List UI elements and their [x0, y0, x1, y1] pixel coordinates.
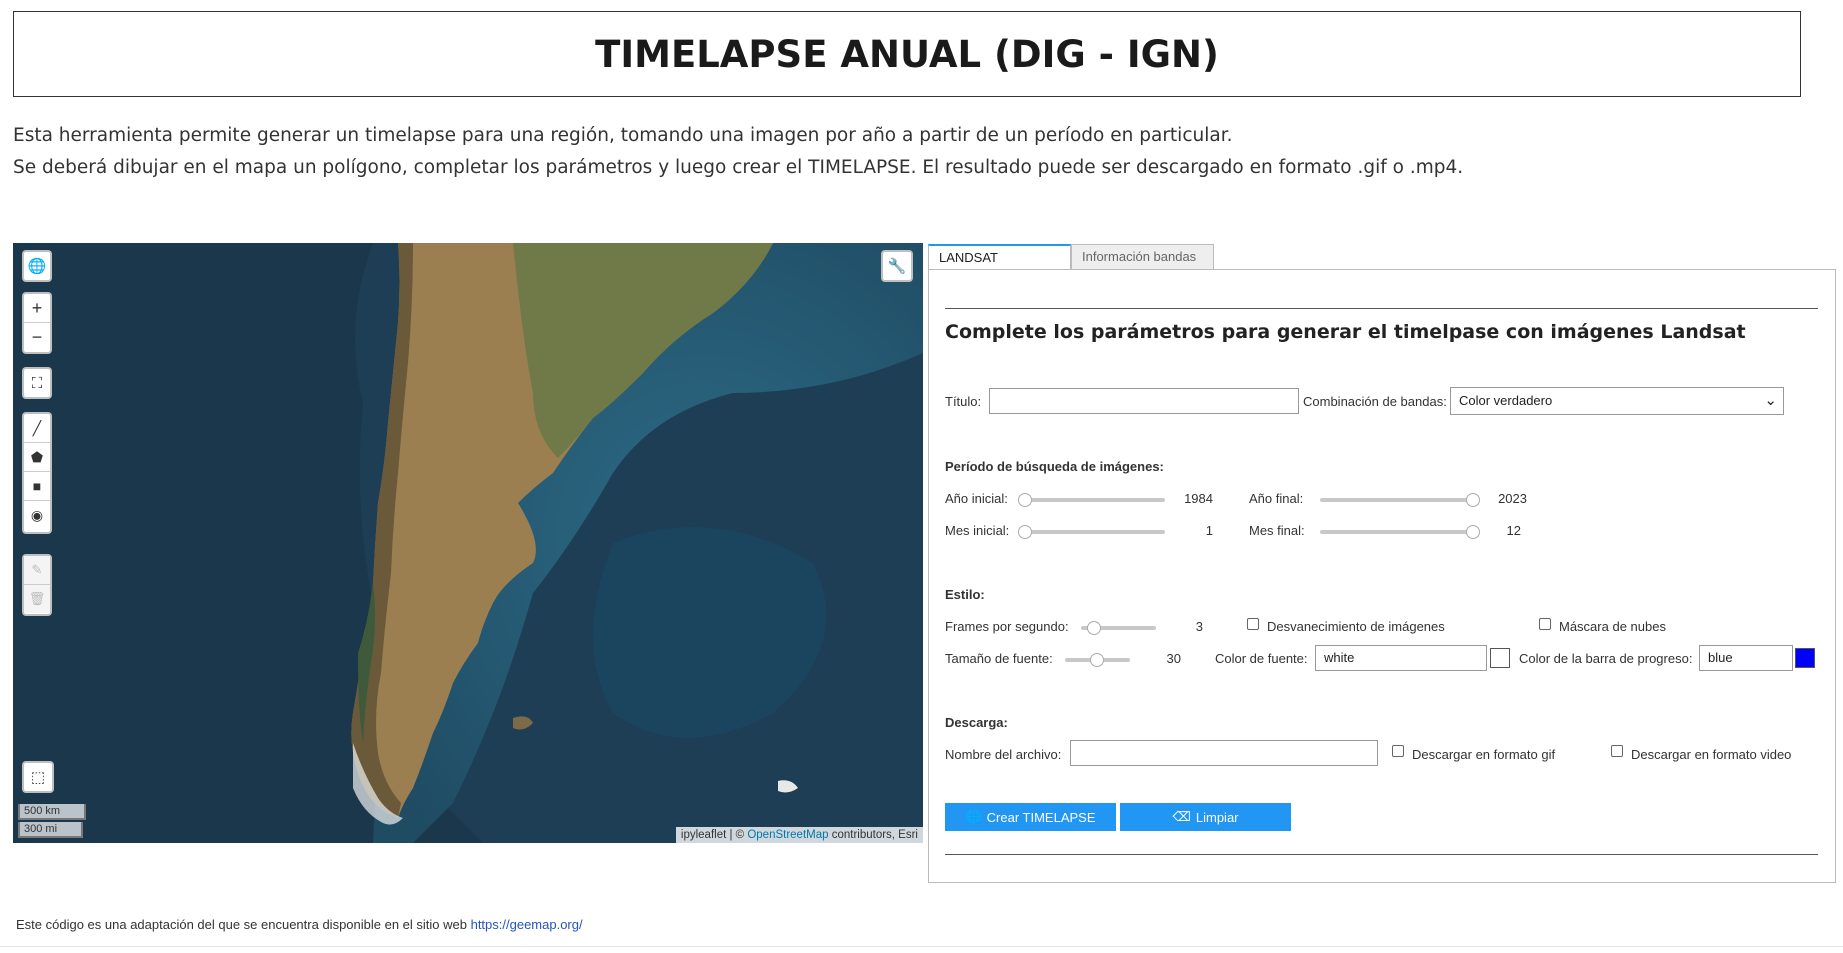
progress-color-input[interactable]: blue	[1699, 645, 1793, 671]
clear-button[interactable]: ⌫ Limpiar	[1120, 803, 1291, 831]
end-month-thumb[interactable]	[1466, 525, 1480, 539]
delete-icon[interactable]: 🗑	[24, 585, 50, 613]
title-input[interactable]	[989, 388, 1299, 414]
geemap-link[interactable]: https://geemap.org/	[471, 917, 583, 932]
fade-label: Desvanecimiento de imágenes	[1267, 619, 1445, 634]
start-year-thumb[interactable]	[1018, 493, 1032, 507]
rectangle-icon[interactable]: ■	[24, 472, 50, 501]
bands-select[interactable]: Color verdadero ⌄	[1450, 387, 1784, 415]
fps-label: Frames por segundo:	[945, 619, 1069, 634]
end-month-slider[interactable]	[1320, 530, 1470, 534]
period-header: Período de búsqueda de imágenes:	[945, 459, 1164, 474]
video-label: Descargar en formato video	[1631, 747, 1792, 762]
font-color-input[interactable]: white	[1315, 645, 1487, 671]
intro-line-2: Se deberá dibujar en el mapa un polígono…	[13, 157, 1464, 178]
font-color-label: Color de fuente:	[1215, 651, 1308, 666]
measure-icon[interactable]: ⬚	[24, 763, 52, 791]
edit-toolbar[interactable]: ✎ 🗑	[22, 554, 52, 616]
divider-bottom	[945, 854, 1818, 855]
font-size-label: Tamaño de fuente:	[945, 651, 1053, 666]
end-year-value: 2023	[1498, 491, 1527, 506]
filename-input[interactable]	[1070, 740, 1378, 766]
polyline-icon[interactable]: ╱	[24, 414, 50, 443]
bottom-border	[0, 946, 1843, 947]
map-attribution: ipyleaflet | © OpenStreetMap contributor…	[675, 827, 923, 843]
fullscreen-button[interactable]: ⛶	[22, 367, 52, 399]
marker-icon[interactable]: ◉	[24, 501, 50, 529]
cloud-mask-label: Máscara de nubes	[1559, 619, 1666, 634]
start-month-label: Mes inicial:	[945, 523, 1010, 538]
scale-mi: 300 mi	[18, 822, 83, 838]
divider-top	[945, 308, 1818, 309]
fps-value: 3	[1195, 619, 1203, 634]
font-color-swatch[interactable]	[1490, 648, 1510, 668]
font-size-thumb[interactable]	[1090, 653, 1104, 667]
layers-control[interactable]: 🌐	[22, 250, 52, 282]
wrench-icon[interactable]: 🔧	[883, 252, 911, 280]
end-year-slider[interactable]	[1320, 498, 1470, 502]
zoom-in-button[interactable]: +	[24, 294, 50, 323]
edit-icon[interactable]: ✎	[24, 556, 50, 585]
tab-bar: LANDSAT Información bandas	[928, 244, 1214, 270]
progress-color-swatch[interactable]	[1795, 648, 1815, 668]
chevron-down-icon: ⌄	[1764, 392, 1777, 409]
page-title: TIMELAPSE ANUAL (DIG - IGN)	[595, 32, 1219, 76]
tab-landsat[interactable]: LANDSAT	[928, 244, 1071, 270]
zoom-out-button[interactable]: −	[24, 323, 50, 351]
create-timelapse-label: Crear TIMELAPSE	[986, 809, 1096, 825]
font-size-value: 30	[1166, 651, 1181, 666]
title-label: Título:	[945, 394, 982, 409]
start-month-slider[interactable]	[1025, 530, 1165, 534]
create-timelapse-button[interactable]: 🌐 Crear TIMELAPSE	[945, 803, 1116, 831]
scale-km: 500 km	[18, 804, 86, 820]
globe-icon[interactable]: 🌐	[24, 252, 50, 280]
progress-color-label: Color de la barra de progreso:	[1519, 651, 1693, 666]
filename-label: Nombre del archivo:	[945, 747, 1062, 762]
polygon-icon[interactable]: ⬟	[24, 443, 50, 472]
intro-text: Esta herramienta permite generar un time…	[13, 120, 1463, 184]
start-month-value: 1	[1205, 523, 1213, 538]
gif-label: Descargar en formato gif	[1412, 747, 1556, 762]
end-month-label: Mes final:	[1249, 523, 1305, 538]
satellite-basemap[interactable]	[13, 243, 923, 843]
end-month-value: 12	[1506, 523, 1521, 538]
style-header: Estilo:	[945, 587, 985, 602]
footer-text: Este código es una adaptación del que se…	[16, 917, 471, 932]
start-year-slider[interactable]	[1025, 498, 1165, 502]
landsat-panel: Complete los parámetros para generar el …	[928, 269, 1836, 883]
start-year-label: Año inicial:	[945, 491, 1008, 506]
start-month-thumb[interactable]	[1018, 525, 1032, 539]
tab-informacion-bandas[interactable]: Información bandas	[1071, 244, 1214, 270]
gif-checkbox[interactable]	[1392, 745, 1404, 757]
title-box: TIMELAPSE ANUAL (DIG - IGN)	[13, 11, 1801, 97]
fps-thumb[interactable]	[1087, 621, 1101, 635]
video-checkbox[interactable]	[1611, 745, 1623, 757]
end-year-label: Año final:	[1249, 491, 1304, 506]
toolbar-toggle[interactable]: 🔧	[881, 250, 913, 282]
attribution-prefix: ipyleaflet | ©	[680, 829, 748, 841]
eraser-icon: ⌫	[1172, 809, 1191, 824]
draw-toolbar[interactable]: ╱ ⬟ ■ ◉	[22, 412, 52, 534]
bands-selected-value: Color verdadero	[1459, 393, 1553, 408]
intro-line-1: Esta herramienta permite generar un time…	[13, 125, 1233, 146]
form-heading: Complete los parámetros para generar el …	[945, 321, 1746, 343]
end-year-thumb[interactable]	[1466, 493, 1480, 507]
map[interactable]: 🌐 + − ⛶ ╱ ⬟ ■ ◉ ✎ 🗑 🔧 ⬚ 500 km 300 mi ip…	[13, 243, 923, 843]
zoom-control[interactable]: + −	[22, 292, 52, 354]
fade-checkbox[interactable]	[1247, 618, 1259, 630]
footer: Este código es una adaptación del que se…	[16, 917, 583, 932]
start-year-value: 1984	[1184, 491, 1213, 506]
clear-label: Limpiar	[1195, 809, 1239, 825]
attribution-suffix: contributors, Esri	[828, 829, 918, 841]
measure-button[interactable]: ⬚	[22, 761, 54, 793]
fullscreen-icon[interactable]: ⛶	[24, 369, 50, 397]
download-header: Descarga:	[945, 715, 1008, 730]
bands-label: Combinación de bandas:	[1303, 394, 1447, 409]
globe-icon: 🌐	[965, 809, 982, 824]
openstreetmap-link[interactable]: OpenStreetMap	[747, 829, 828, 841]
cloud-mask-checkbox[interactable]	[1539, 618, 1551, 630]
